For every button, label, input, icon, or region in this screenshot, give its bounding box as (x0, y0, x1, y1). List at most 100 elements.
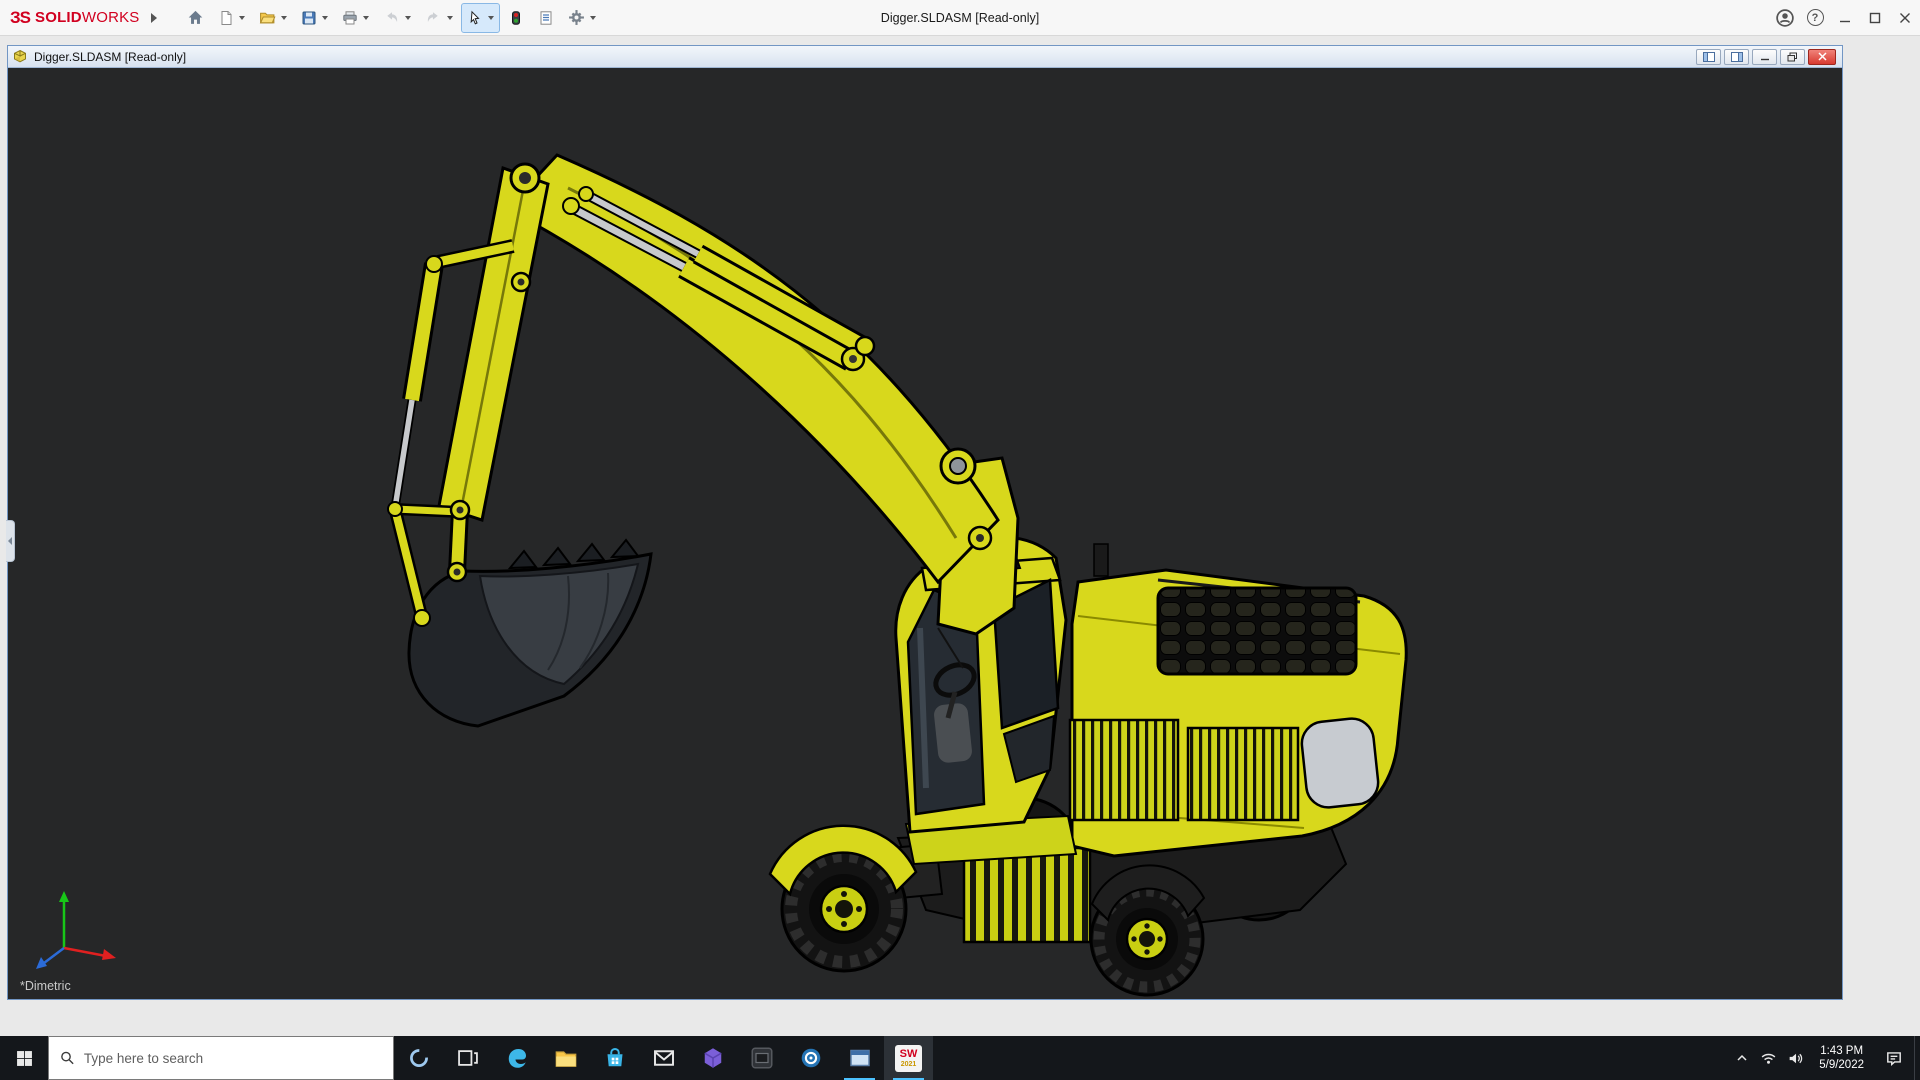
taskbar-item-3d-viewer[interactable] (688, 1036, 737, 1080)
quick-access-toolbar (181, 2, 602, 33)
app-titlebar: Digger.SLDASM [Read-only] ЗS SOLIDWORKS (0, 0, 1920, 36)
open-button[interactable] (253, 3, 293, 33)
network-button[interactable] (1755, 1036, 1782, 1080)
save-icon (302, 11, 316, 24)
start-button[interactable] (0, 1036, 48, 1080)
taskbar-item-capture-tool[interactable] (737, 1036, 786, 1080)
operator-seat (934, 703, 972, 763)
action-center-icon (1887, 1052, 1901, 1067)
taskbar-item-store[interactable] (590, 1036, 639, 1080)
boom-arm (504, 153, 1000, 585)
save-button[interactable] (295, 3, 334, 33)
clock-time: 1:43 PM (1820, 1045, 1864, 1057)
volume-icon (1789, 1053, 1803, 1063)
redo-button[interactable] (419, 3, 459, 33)
taskbar-clock[interactable]: 1:43 PM 5/9/2022 (1809, 1036, 1874, 1080)
rebuild-icon (511, 10, 520, 25)
undo-button[interactable] (377, 3, 417, 33)
close-icon (1817, 52, 1827, 61)
taskbar-item-cad-tool[interactable] (786, 1036, 835, 1080)
system-tray: 1:43 PM 5/9/2022 (1728, 1036, 1920, 1080)
menu-expand-icon[interactable] (150, 12, 157, 23)
dropdown-arrow-icon (404, 15, 411, 20)
task-view-icon (457, 1050, 478, 1066)
doc-close-button[interactable] (1808, 48, 1836, 65)
app-window-controls: ? (1770, 0, 1920, 36)
assembly-document-icon (14, 49, 26, 62)
action-center-button[interactable] (1874, 1036, 1914, 1080)
document-title: Digger.SLDASM [Read-only] (34, 49, 187, 64)
doc-pane-button-1[interactable] (1696, 48, 1721, 65)
taskbar-item-edge[interactable] (492, 1036, 541, 1080)
tray-expand-button[interactable] (1728, 1036, 1755, 1080)
taskbar-item-window-app[interactable] (835, 1036, 884, 1080)
help-icon: ? (1806, 9, 1824, 26)
file-properties-button[interactable] (532, 3, 560, 33)
desktop: { "app": { "logo_mark": "ЗS", "brand_bol… (0, 0, 1920, 1080)
taskbar-item-file-explorer[interactable] (541, 1036, 590, 1080)
doc-pane-button-2[interactable] (1724, 48, 1749, 65)
dropdown-arrow-icon (362, 15, 369, 20)
cortana-icon (409, 1049, 428, 1067)
taskbar-icons: SW 2021 (394, 1036, 933, 1080)
account-icon (1776, 8, 1794, 27)
file-explorer-icon (555, 1051, 576, 1067)
featuremanager-collapse-tab[interactable] (6, 520, 15, 562)
exhaust-stack (1093, 543, 1109, 577)
brand-name-bold: SOLID (35, 8, 82, 26)
minimize-icon (1760, 58, 1769, 60)
side-vent-2 (1186, 726, 1300, 822)
minimize-button[interactable] (1830, 0, 1860, 36)
doc-minimize-button[interactable] (1752, 48, 1777, 65)
bucket (407, 538, 653, 728)
select-tool-button[interactable] (460, 2, 500, 33)
search-icon (61, 1051, 74, 1065)
excavator-model[interactable] (8, 68, 1842, 999)
clock-date: 5/9/2022 (1819, 1059, 1864, 1071)
store-icon (607, 1048, 622, 1067)
capture-tool-icon (751, 1047, 772, 1069)
dropdown-arrow-icon (280, 15, 287, 20)
home-icon (188, 10, 202, 24)
split-pane-icon (1702, 51, 1715, 62)
taskbar-item-solidworks[interactable]: SW 2021 (884, 1036, 933, 1080)
dropdown-arrow-icon (446, 15, 453, 20)
select-arrow-icon (470, 10, 480, 24)
account-button[interactable] (1770, 0, 1800, 36)
view-orientation-label: *Dimetric (20, 979, 71, 993)
dassault-logo-mark: ЗS (10, 7, 31, 27)
volume-button[interactable] (1782, 1036, 1809, 1080)
options-button[interactable] (562, 3, 602, 33)
help-button[interactable]: ? (1800, 0, 1830, 36)
home-button[interactable] (181, 3, 210, 33)
document-window-controls (1696, 48, 1838, 65)
dropdown-arrow-icon (321, 15, 328, 20)
taskbar-search[interactable] (48, 1036, 394, 1080)
taskbar-item-task-view[interactable] (443, 1036, 492, 1080)
pane-right-icon (1730, 51, 1743, 62)
graphics-viewport[interactable]: *Dimetric (8, 68, 1842, 999)
rebuild-button[interactable] (502, 3, 530, 33)
solidworks-version-badge: 2021 (900, 1060, 917, 1068)
undo-icon (386, 12, 397, 22)
maximize-button[interactable] (1860, 0, 1890, 36)
open-folder-icon (259, 12, 276, 24)
taskbar-item-mail[interactable] (639, 1036, 688, 1080)
side-vent-1 (1068, 718, 1180, 822)
window-app-icon (849, 1049, 870, 1067)
taskbar-item-cortana[interactable] (394, 1036, 443, 1080)
search-input[interactable] (83, 1050, 382, 1066)
dropdown-arrow-icon (238, 15, 245, 20)
options-gear-icon (568, 10, 584, 25)
document-window: Digger.SLDASM [Read-only] *Dimetric (7, 45, 1843, 1000)
print-button[interactable] (336, 3, 375, 33)
new-document-button[interactable] (212, 3, 251, 33)
document-titlebar[interactable]: Digger.SLDASM [Read-only] (8, 46, 1842, 68)
doc-restore-button[interactable] (1780, 48, 1805, 65)
show-desktop-button[interactable] (1914, 1036, 1920, 1080)
close-button[interactable] (1890, 0, 1920, 36)
file-properties-icon (540, 10, 552, 25)
chevron-up-icon (1737, 1054, 1747, 1061)
maximize-icon (1869, 12, 1881, 23)
dropdown-arrow-icon (589, 15, 596, 20)
